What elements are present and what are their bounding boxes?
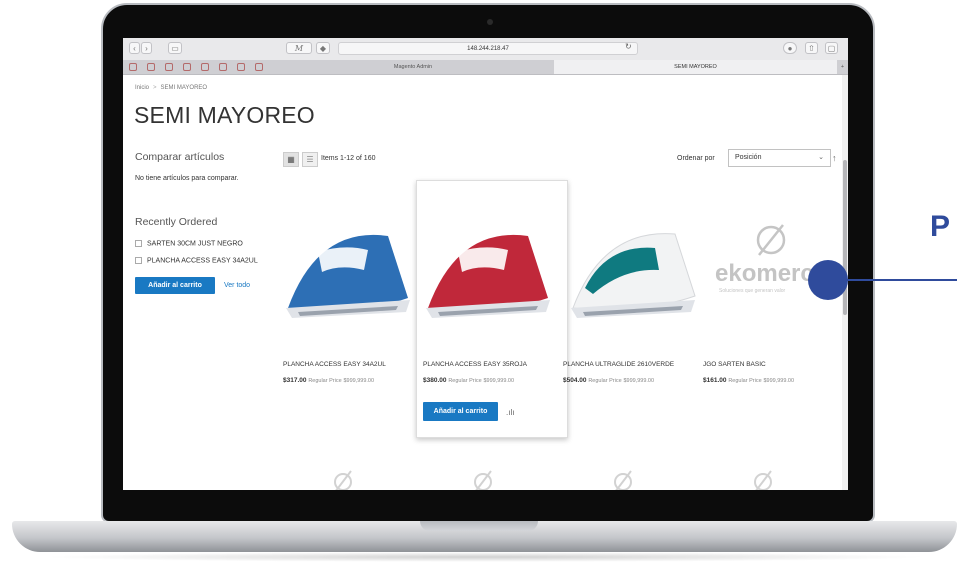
add-tab-button[interactable]: + <box>837 60 848 74</box>
regular-price: $999,999.00 <box>623 378 655 384</box>
product-price: $380.00 Regular Price $999,999.00 <box>423 377 514 384</box>
recent-title: Recently Ordered <box>135 216 218 228</box>
sort-select[interactable]: Posición ⌄ <box>728 149 831 167</box>
chevron-down-icon: ⌄ <box>818 154 824 161</box>
bookmark-icon[interactable] <box>147 63 155 71</box>
recent-item-label: SARTEN 30CM JUST NEGRO <box>147 240 243 248</box>
laptop-camera <box>487 19 493 25</box>
placeholder-logo-icon <box>614 470 632 490</box>
product-name[interactable]: PLANCHA ACCESS EASY 34A2UL <box>283 361 386 368</box>
downloads-icon[interactable]: ● <box>783 42 797 54</box>
product-image-iron-red[interactable] <box>418 208 553 328</box>
placeholder-tagline: Soluciones que generan valor <box>719 288 786 294</box>
final-price: $504.00 <box>563 377 587 384</box>
regular-price-label: Regular Price <box>728 378 762 384</box>
regular-price-label: Regular Price <box>308 378 342 384</box>
browser-toolbar: ‹ › ▭ M ◆ 148.244.218.47 ↻ ● ⇧ ▢ <box>123 38 848 61</box>
new-tab-icon[interactable]: ▢ <box>825 42 838 54</box>
product-name[interactable]: PLANCHA ACCESS EASY 35ROJA <box>423 361 527 368</box>
regular-price: $999,999.00 <box>343 378 375 384</box>
list-view-icon[interactable]: ☰ <box>302 152 318 167</box>
callout-line <box>845 279 957 281</box>
regular-price: $999,999.00 <box>483 378 515 384</box>
regular-price-label: Regular Price <box>588 378 622 384</box>
share-icon[interactable]: ⇧ <box>805 42 818 54</box>
callout-dot <box>808 260 848 300</box>
recent-item-checkbox[interactable] <box>135 257 142 264</box>
laptop-notch <box>420 521 538 531</box>
add-to-cart-button[interactable]: Añadir al carrito <box>423 402 498 421</box>
recent-item[interactable]: PLANCHA ACCESS EASY 34A2UL <box>135 257 258 264</box>
final-price: $317.00 <box>283 377 307 384</box>
bookmark-icon[interactable] <box>255 63 263 71</box>
compare-icon[interactable]: .ılı <box>506 408 514 417</box>
address-bar[interactable]: 148.244.218.47 <box>338 42 638 55</box>
sidebar-toggle-button[interactable]: ▭ <box>168 42 182 54</box>
product-name[interactable]: JGO SARTEN BASIC <box>703 361 766 368</box>
recent-item-checkbox[interactable] <box>135 240 142 247</box>
bookmark-icon[interactable] <box>129 63 137 71</box>
product-price: $504.00 Regular Price $999,999.00 <box>563 377 654 384</box>
placeholder-brand: ekomerc <box>715 260 814 287</box>
back-button[interactable]: ‹ <box>129 42 140 54</box>
forward-button[interactable]: › <box>141 42 152 54</box>
view-all-link[interactable]: Ver todo <box>224 282 250 289</box>
product-name[interactable]: PLANCHA ULTRAGLIDE 2610VERDE <box>563 361 674 368</box>
arrow-up-icon[interactable]: ↑ <box>832 153 837 163</box>
tab-magento-admin[interactable]: Magento Admin <box>273 60 553 74</box>
compare-title: Comparar artículos <box>135 151 225 163</box>
product-image-iron-blue[interactable] <box>278 208 413 328</box>
product-price: $317.00 Regular Price $999,999.00 <box>283 377 374 384</box>
reader-button[interactable]: M <box>286 42 312 54</box>
product-price: $161.00 Regular Price $999,999.00 <box>703 377 794 384</box>
url-text: 148.244.218.47 <box>467 46 509 52</box>
bookmark-icon[interactable] <box>219 63 227 71</box>
recent-item-label: PLANCHA ACCESS EASY 34A2UL <box>147 257 258 265</box>
reload-icon[interactable]: ↻ <box>625 42 632 51</box>
laptop-shadow <box>40 552 930 562</box>
recent-item[interactable]: SARTEN 30CM JUST NEGRO <box>135 240 243 247</box>
placeholder-logo-icon <box>754 470 772 490</box>
sidebar-add-to-cart-button[interactable]: Añadir al carrito <box>135 277 215 294</box>
regular-price: $999,999.00 <box>763 378 795 384</box>
bookmark-icon[interactable] <box>165 63 173 71</box>
bookmark-icon[interactable] <box>237 63 245 71</box>
product-image-iron-green[interactable] <box>563 208 698 328</box>
sort-label: Ordenar por <box>677 155 715 162</box>
breadcrumb-home[interactable]: Inicio <box>135 85 149 91</box>
breadcrumb: Inicio > SEMI MAYOREO <box>135 85 207 91</box>
tab-semi-mayoreo[interactable]: SEMI MAYOREO <box>554 60 837 74</box>
placeholder-logo-icon <box>474 470 492 490</box>
browser-screen: ‹ › ▭ M ◆ 148.244.218.47 ↻ ● ⇧ ▢ Magento… <box>123 38 848 490</box>
tab-bar: Magento Admin SEMI MAYOREO + <box>123 60 848 75</box>
breadcrumb-current: SEMI MAYOREO <box>160 85 208 91</box>
grid-view-icon[interactable]: ▦ <box>283 152 299 167</box>
compare-empty-text: No tiene artículos para comparar. <box>135 175 239 182</box>
placeholder-logo-icon <box>334 470 352 490</box>
sort-value: Posición <box>735 154 762 161</box>
regular-price-label: Regular Price <box>448 378 482 384</box>
final-price: $380.00 <box>423 377 447 384</box>
bookmark-icon[interactable] <box>183 63 191 71</box>
bookmark-icon[interactable] <box>201 63 209 71</box>
callout-letter: P <box>930 210 951 243</box>
shield-icon[interactable]: ◆ <box>316 42 330 54</box>
page-title: SEMI MAYOREO <box>134 102 315 128</box>
items-count: Items 1-12 of 160 <box>321 155 376 162</box>
breadcrumb-separator: > <box>153 85 157 91</box>
final-price: $161.00 <box>703 377 727 384</box>
